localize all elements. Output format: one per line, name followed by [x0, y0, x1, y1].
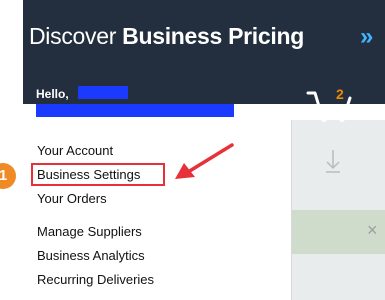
greeting-label: Hello, [36, 87, 69, 101]
highlight-box [31, 163, 165, 186]
red-arrow-icon [175, 143, 234, 179]
step-number-badge: 1 [0, 163, 16, 189]
menu-item-recurring-deliveries[interactable]: Recurring Deliveries [37, 272, 154, 287]
double-chevron-right-icon[interactable]: » [360, 23, 374, 51]
download-arrow-icon[interactable] [325, 148, 341, 174]
menu-item-business-analytics[interactable]: Business Analytics [37, 248, 145, 263]
banner-rest: Business Pricing [122, 23, 304, 49]
banner-first-word: Discover [29, 23, 117, 49]
close-icon[interactable]: × [367, 220, 378, 241]
menu-pointer [266, 113, 280, 120]
caret-down-icon: ▾ [279, 106, 284, 116]
cart-count-badge: 2 [336, 86, 344, 102]
redacted-account-name [36, 104, 234, 117]
menu-item-manage-suppliers[interactable]: Manage Suppliers [37, 224, 142, 239]
menu-item-your-account[interactable]: Your Account [37, 143, 113, 158]
business-pricing-banner[interactable]: Discover Business Pricing [29, 23, 304, 50]
shopping-cart-icon[interactable] [305, 84, 357, 124]
menu-item-your-orders[interactable]: Your Orders [37, 191, 107, 206]
redacted-user-name [78, 86, 128, 99]
